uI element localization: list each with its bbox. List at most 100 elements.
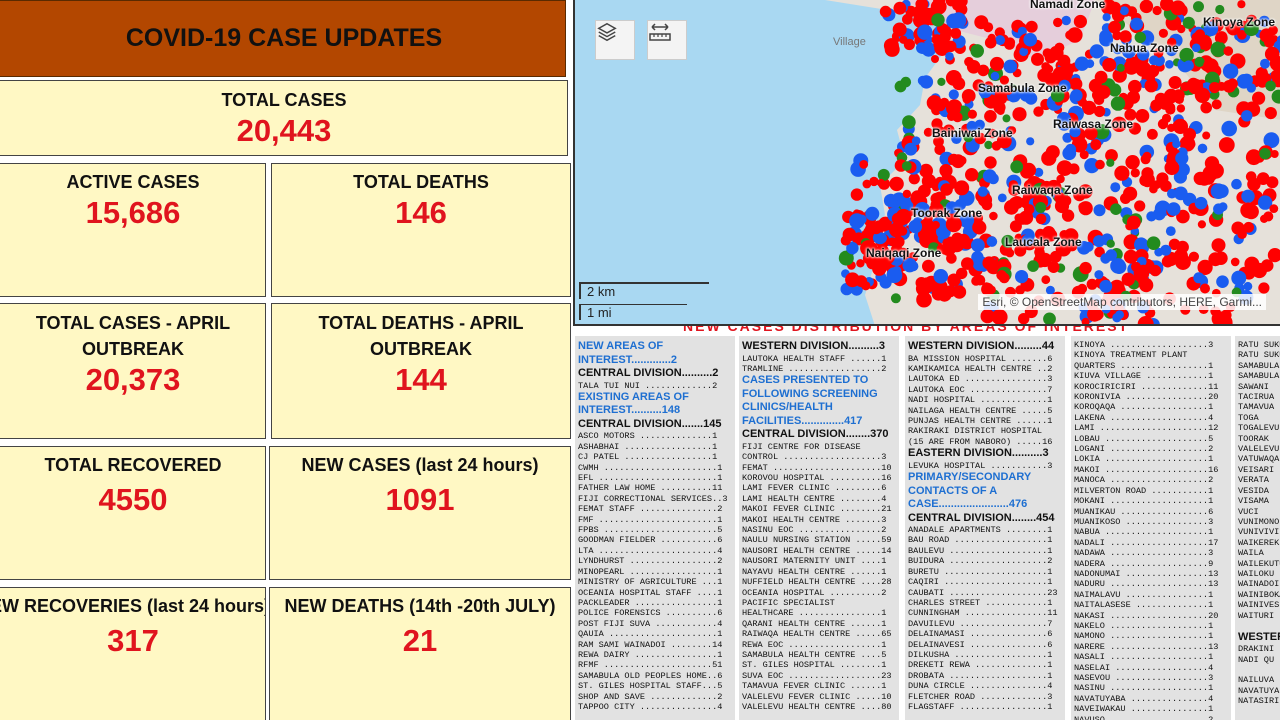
- case-dot: [1194, 196, 1208, 210]
- list-item: TOORAK: [1238, 433, 1269, 444]
- case-dot: [984, 140, 993, 150]
- case-dot: [977, 186, 988, 197]
- case-dot: [941, 170, 951, 180]
- case-dot: [1027, 260, 1039, 272]
- case-dot: [1041, 62, 1051, 72]
- list-item: BURETU ....................1: [908, 566, 1053, 577]
- list-item: RATU SUKU: [1238, 350, 1280, 361]
- case-dot: [1018, 313, 1030, 324]
- case-dot: [1057, 54, 1071, 68]
- case-dot: [1216, 275, 1229, 289]
- case-dot: [1093, 204, 1106, 217]
- list-item: RAIWAQA HEALTH CENTRE .....65: [742, 629, 892, 640]
- list-item: WAINIVESI: [1238, 600, 1280, 611]
- list-item: NAKASI ...................20: [1074, 610, 1219, 621]
- list-item: LAUTOKA HEALTH STAFF ......1: [742, 353, 887, 364]
- case-dot: [1108, 83, 1122, 97]
- case-dot: [945, 40, 957, 52]
- case-dot: [1218, 137, 1235, 153]
- list-item: DILKUSHA ..................1: [908, 649, 1053, 660]
- new-deaths-value: 21: [402, 623, 438, 658]
- case-dot: [1210, 41, 1227, 57]
- list-item: NADALI ...................17: [1074, 537, 1219, 548]
- list-item: KIUVA VILLAGE ............1: [1074, 371, 1214, 382]
- case-dot: [1166, 202, 1181, 216]
- list-item: FEMAT STAFF ...............2: [578, 504, 723, 515]
- case-dot: [1070, 89, 1083, 102]
- case-dot: [1187, 78, 1204, 95]
- list-item: WAINIBOKA: [1238, 589, 1280, 600]
- list-item: TRAMLINE ..................2: [742, 363, 887, 374]
- case-dot: [1193, 1, 1204, 13]
- measure-button[interactable]: [647, 20, 687, 60]
- list-item: NADI QU: [1238, 654, 1275, 665]
- case-dot: [1106, 239, 1115, 248]
- list-item: DELAINAMASI ...............6: [908, 629, 1053, 640]
- case-dot: [1167, 188, 1177, 199]
- case-dot: [1139, 0, 1154, 14]
- case-dot: [931, 55, 939, 63]
- case-dot: [1004, 39, 1015, 50]
- list-item: LOKIA ....................1: [1074, 454, 1214, 465]
- case-dot: [964, 56, 974, 67]
- case-dot: [1266, 176, 1279, 189]
- list-item: REWA EOC ..................1: [742, 639, 887, 650]
- list-item: CUNNINGHAM ................11: [908, 608, 1058, 619]
- list-section-heading: CASES PRESENTED TO: [742, 374, 869, 387]
- case-dot: [952, 285, 967, 299]
- case-dot: [1110, 96, 1126, 111]
- case-dot: [894, 80, 907, 93]
- list-section-heading: WESTERN DIVISION..........3: [742, 340, 886, 352]
- case-dot: [989, 56, 1005, 72]
- case-dot: [1193, 272, 1205, 284]
- case-dot: [1023, 32, 1037, 47]
- case-dot: [1146, 64, 1160, 78]
- dashboard-header: COVID-19 CASE UPDATES: [0, 0, 566, 77]
- list-section-heading: CENTRAL DIVISION........370: [742, 428, 889, 441]
- case-dot: [1126, 237, 1135, 246]
- case-dot: [1200, 283, 1210, 294]
- list-item: RAKIRAKI DISTRICT HOSPITAL: [908, 426, 1043, 437]
- case-dot: [1144, 79, 1158, 93]
- case-dot: [1168, 76, 1182, 89]
- case-map[interactable]: Namadi Zone Kinoya Zone Nabua Zone Samabula…: [573, 0, 1280, 326]
- list-item: BAU ROAD ..................1: [908, 535, 1053, 546]
- list-item: BAULEVU ...................1: [908, 545, 1053, 556]
- case-dot: [1061, 15, 1071, 26]
- case-dot: [982, 169, 997, 183]
- case-dot: [870, 222, 883, 235]
- case-dot: [1002, 114, 1011, 123]
- case-dot: [1172, 89, 1185, 101]
- area-distribution-list: NEW CASES DISTRIBUTION BY AREAS OF INTER…: [573, 326, 1280, 720]
- case-dot: [886, 38, 896, 48]
- new-recoveries-card: NEW RECOVERIES (last 24 hours) 317: [0, 587, 266, 720]
- list-item: LYNDHURST .................2: [578, 556, 723, 567]
- case-dot: [1194, 56, 1205, 67]
- april-deaths-card: TOTAL DEATHS - APRIL OUTBREAK 144: [271, 303, 571, 439]
- case-dot: [893, 1, 907, 15]
- list-section-heading: PRIMARY/SECONDARY: [908, 471, 1032, 484]
- list-item: VUNIMONO: [1238, 516, 1280, 527]
- list-item: SAMABULA: [1238, 360, 1280, 371]
- list-item: NAKELO ...................1: [1074, 620, 1214, 631]
- list-item: (15 ARE FROM NABORO) .....16: [908, 436, 1053, 447]
- case-dot: [1016, 213, 1029, 225]
- case-dot: [1179, 47, 1194, 63]
- case-dot: [1090, 139, 1102, 151]
- measure-icon: [649, 23, 671, 41]
- case-dot: [981, 199, 993, 211]
- layers-button[interactable]: [595, 20, 635, 60]
- case-dot: [915, 277, 928, 289]
- list-item: QUARTERS .................1: [1074, 360, 1214, 371]
- case-dot: [1246, 83, 1256, 93]
- case-dot: [1243, 281, 1253, 291]
- list-item: SUVA EOC ..................23: [742, 670, 892, 681]
- case-dot: [1161, 255, 1174, 268]
- list-item: WAILA: [1238, 548, 1264, 559]
- april-deaths-value: 144: [395, 362, 447, 397]
- case-dot: [931, 13, 945, 27]
- list-item: RFMF .....................51: [578, 660, 723, 671]
- case-dot: [1223, 46, 1234, 56]
- list-item: KORONIVIA ................20: [1074, 392, 1219, 403]
- list-item: PUNJAS HEALTH CENTRE ......1: [908, 415, 1053, 426]
